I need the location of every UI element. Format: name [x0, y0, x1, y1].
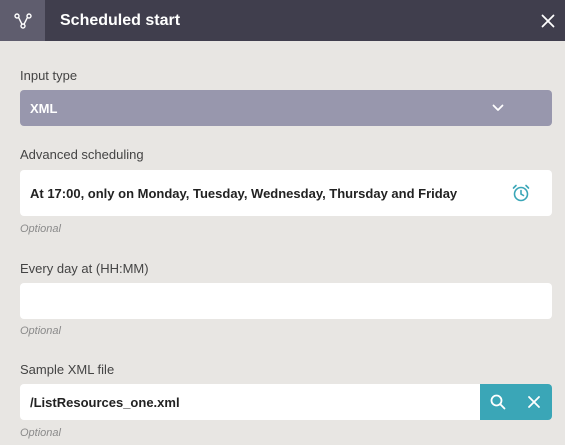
close-icon[interactable]	[533, 0, 563, 41]
sample-file-value: /ListResources_one.xml	[30, 394, 180, 410]
clear-icon	[527, 395, 541, 409]
panel-header: Scheduled start	[0, 0, 565, 41]
every-day-input[interactable]	[20, 283, 552, 319]
chevron-down-icon	[488, 98, 508, 118]
advanced-scheduling-field[interactable]: At 17:00, only on Monday, Tuesday, Wedne…	[20, 170, 552, 216]
advanced-scheduling-hint: Optional	[20, 223, 61, 235]
panel-title: Scheduled start	[60, 11, 181, 29]
input-type-value: XML	[30, 100, 58, 116]
search-icon	[489, 393, 507, 411]
alarm-clock-icon[interactable]	[510, 182, 532, 204]
every-day-label: Every day at (HH:MM)	[20, 261, 149, 276]
advanced-scheduling-value: At 17:00, only on Monday, Tuesday, Wedne…	[30, 185, 458, 201]
sample-file-label: Sample XML file	[20, 362, 115, 377]
every-day-hint: Optional	[20, 325, 61, 337]
input-type-label: Input type	[20, 68, 78, 83]
workflow-node-icon	[0, 0, 45, 41]
search-button[interactable]	[480, 384, 516, 420]
input-type-select[interactable]: XML	[20, 90, 552, 126]
sample-file-hint: Optional	[20, 427, 61, 439]
advanced-scheduling-label: Advanced scheduling	[20, 147, 144, 162]
sample-file-input[interactable]: /ListResources_one.xml	[20, 384, 480, 420]
clear-button[interactable]	[516, 384, 552, 420]
